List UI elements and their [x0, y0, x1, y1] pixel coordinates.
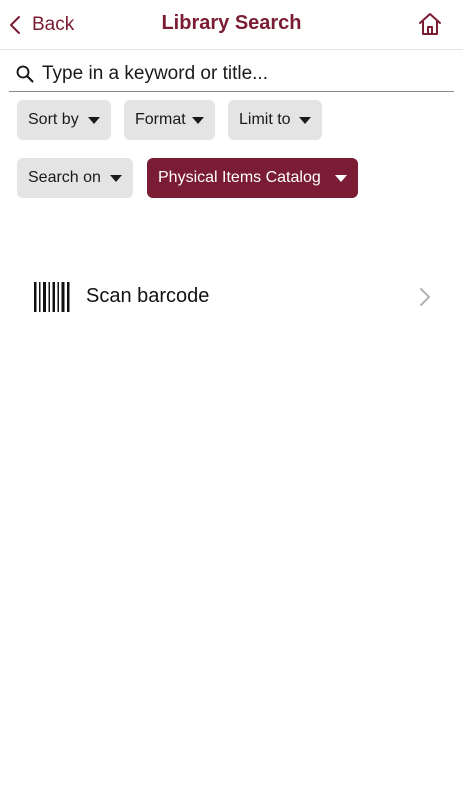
scan-barcode-row[interactable]: Scan barcode [0, 270, 463, 324]
limit-to-dropdown[interactable]: Limit to [228, 100, 322, 140]
format-dropdown[interactable]: Format [124, 100, 215, 140]
caret-down-icon [110, 175, 122, 182]
barcode-icon [34, 282, 70, 312]
search-on-label: Search on [28, 169, 101, 186]
search-bar [9, 56, 454, 92]
scan-barcode-label: Scan barcode [86, 285, 210, 307]
chevron-right-icon [420, 288, 430, 306]
limit-to-label: Limit to [239, 111, 291, 128]
caret-down-icon [192, 117, 204, 124]
format-label: Format [135, 111, 186, 128]
search-input[interactable] [42, 62, 442, 85]
catalog-label: Physical Items Catalog [158, 169, 321, 186]
catalog-dropdown[interactable]: Physical Items Catalog [147, 158, 358, 198]
home-icon[interactable] [417, 11, 443, 37]
caret-down-icon [299, 117, 311, 124]
sort-by-label: Sort by [28, 111, 79, 128]
sort-by-dropdown[interactable]: Sort by [17, 100, 111, 140]
search-icon [16, 65, 34, 82]
page-title: Library Search [161, 12, 302, 34]
caret-down-icon [88, 117, 100, 124]
search-on-dropdown[interactable]: Search on [17, 158, 133, 198]
caret-down-icon [335, 175, 347, 182]
top-bar: Back Library Search [0, 0, 463, 50]
